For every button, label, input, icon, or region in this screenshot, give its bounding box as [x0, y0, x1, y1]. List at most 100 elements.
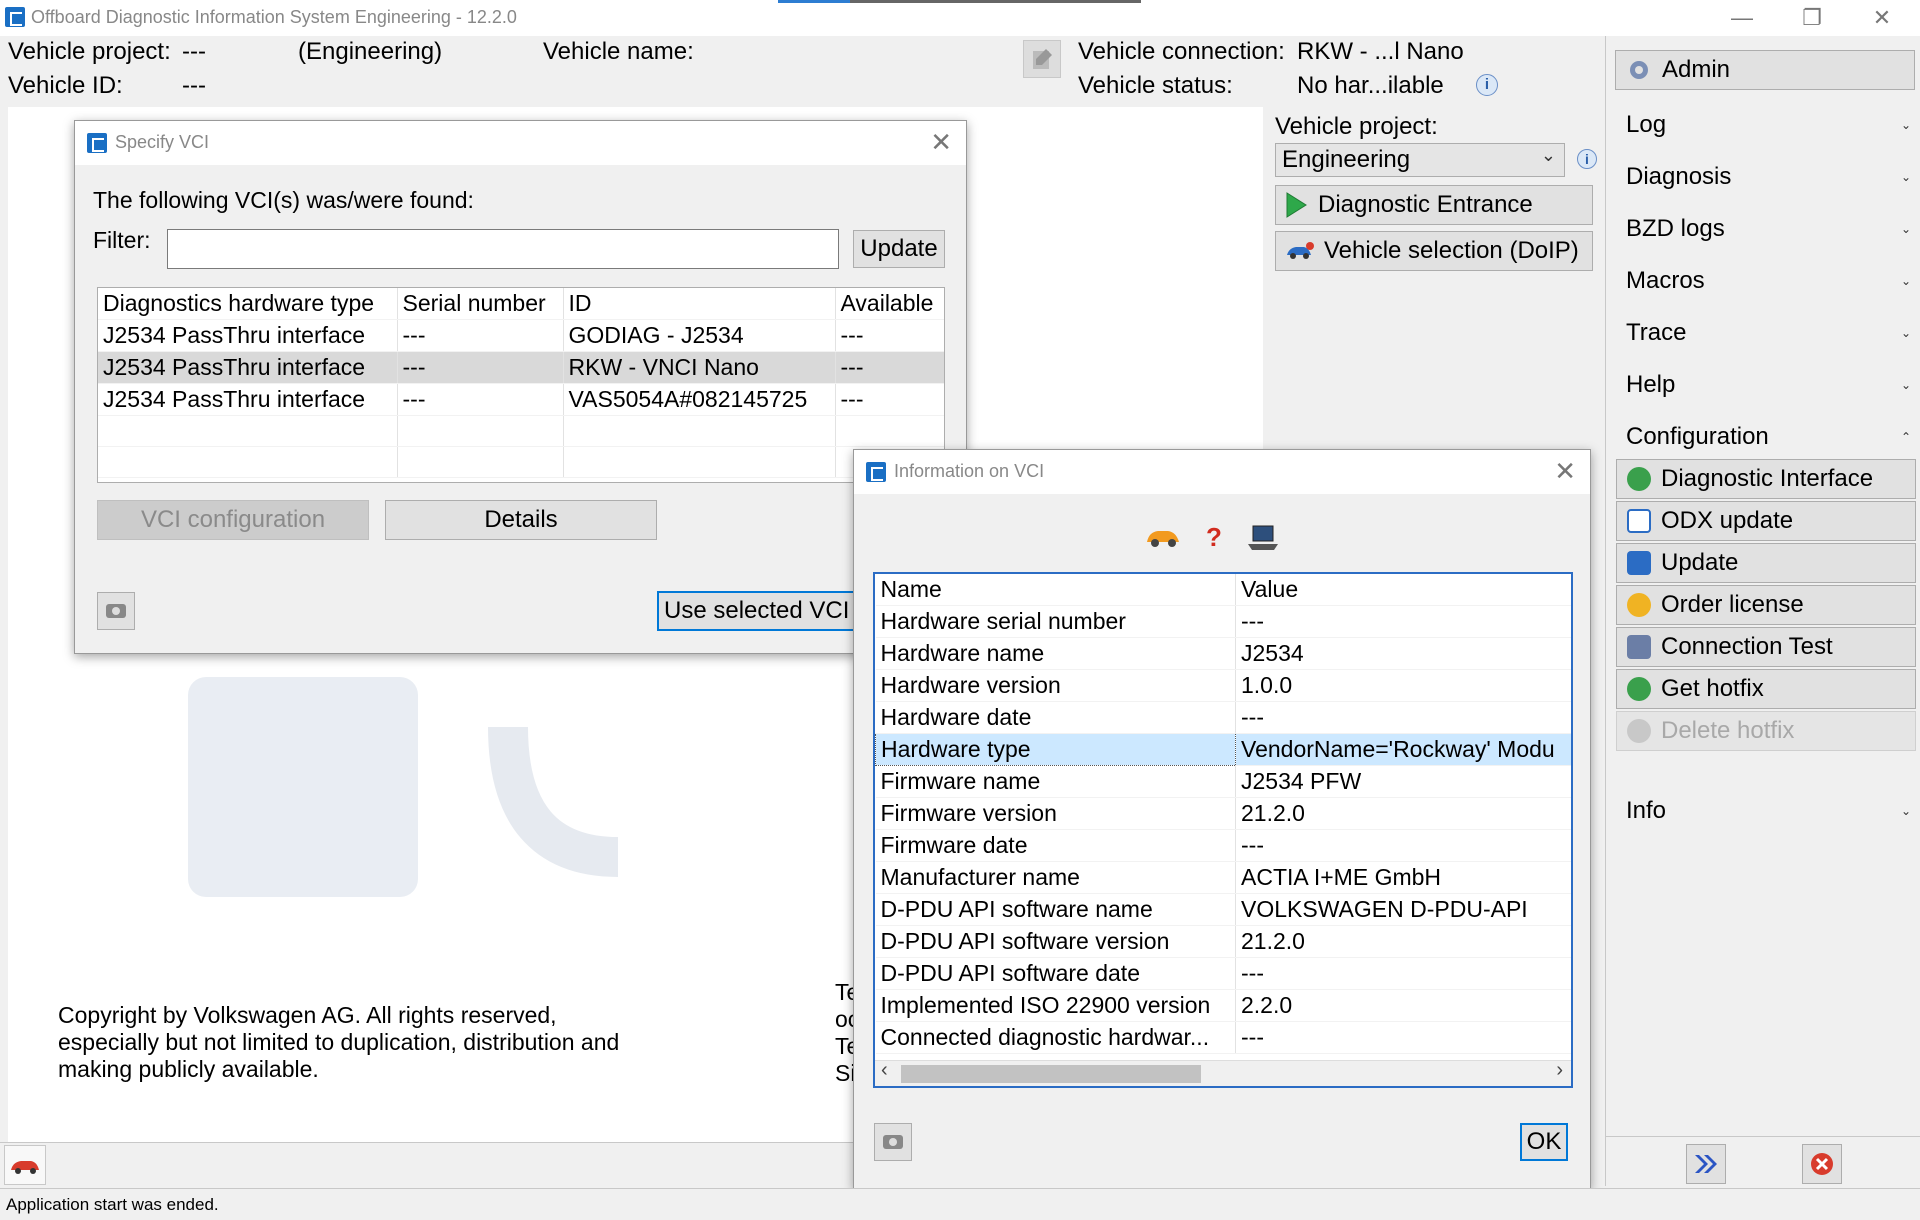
vehicle-project-value: --- [182, 38, 206, 65]
use-selected-vci-button[interactable]: Use selected VCI [657, 591, 857, 631]
exit-button[interactable] [1802, 1144, 1842, 1184]
filter-label: Filter: [93, 227, 151, 253]
table-row-selected[interactable]: J2534 PassThru interface --- RKW - VNCI … [98, 351, 944, 384]
car-icon[interactable] [4, 1145, 46, 1185]
diagnostic-interface-button[interactable]: Diagnostic Interface [1616, 459, 1916, 499]
property-value: --- [1235, 605, 1571, 638]
table-cell: J2534 PassThru interface [98, 351, 398, 384]
connection-test-icon [1627, 635, 1651, 659]
admin-button[interactable]: Admin [1615, 50, 1915, 90]
chevron-down-icon: ⌄ [1900, 326, 1911, 340]
unknown-hardware-icon: ? [1206, 522, 1222, 552]
table-row-empty [98, 446, 944, 478]
status-bar: Application start was ended. [0, 1188, 1920, 1220]
table-cell: J2534 PassThru interface [98, 383, 398, 416]
property-value: --- [1235, 1021, 1571, 1054]
vehicle-selection-button[interactable]: Vehicle selection (DoIP) [1275, 231, 1593, 271]
column-header[interactable]: Serial number [397, 288, 564, 320]
vci-found-text: The following VCI(s) was/were found: [93, 187, 474, 213]
column-header[interactable]: Available [835, 288, 944, 320]
vehicle-project-selected: Engineering [1282, 146, 1411, 173]
scroll-right-icon[interactable]: › [1556, 1059, 1563, 1082]
forward-button[interactable] [1686, 1144, 1726, 1184]
specify-vci-title: Specify VCI [115, 132, 210, 152]
close-icon[interactable]: ✕ [1554, 456, 1576, 487]
property-value: 1.0.0 [1235, 669, 1571, 702]
update-button[interactable]: Update [1616, 543, 1916, 583]
table-row[interactable]: D-PDU API software date --- [875, 957, 1571, 990]
property-name: Firmware date [875, 829, 1236, 862]
scroll-left-icon[interactable]: ‹ [881, 1059, 888, 1082]
sidebar-section-macros[interactable]: Macros ⌄ [1626, 261, 1911, 301]
sidebar-divider [1606, 1136, 1920, 1137]
odx-update-icon [1627, 509, 1651, 533]
column-header[interactable]: ID [563, 288, 836, 320]
minimize-button[interactable]: — [1722, 4, 1762, 32]
table-row[interactable]: Implemented ISO 22900 version 2.2.0 [875, 989, 1571, 1022]
close-icon[interactable]: ✕ [930, 127, 952, 158]
scrollbar-thumb[interactable] [901, 1065, 1201, 1083]
column-header[interactable]: Value [1235, 574, 1571, 606]
diagnostic-entrance-button[interactable]: Diagnostic Entrance [1275, 185, 1593, 225]
get-hotfix-button[interactable]: Get hotfix [1616, 669, 1916, 709]
order-license-icon [1627, 593, 1651, 617]
table-row[interactable]: D-PDU API software name VOLKSWAGEN D-PDU-… [875, 893, 1571, 926]
sidebar-section-trace[interactable]: Trace ⌄ [1626, 313, 1911, 353]
vci-configuration-button[interactable]: VCI configuration [97, 500, 369, 540]
restore-button[interactable]: ❐ [1792, 4, 1832, 32]
filter-input[interactable] [167, 229, 839, 269]
project-info-icon[interactable]: i [1577, 149, 1597, 169]
macros-label: Macros [1626, 267, 1705, 294]
ok-button[interactable]: OK [1520, 1123, 1568, 1161]
sidebar-section-configuration[interactable]: Configuration ⌃ [1626, 417, 1911, 457]
table-row[interactable]: J2534 PassThru interface --- GODIAG - J2… [98, 319, 944, 352]
table-row[interactable]: Hardware date --- [875, 701, 1571, 734]
details-button[interactable]: Details [385, 500, 657, 540]
table-row[interactable]: Firmware date --- [875, 829, 1571, 862]
table-row[interactable]: Manufacturer name ACTIA I+ME GmbH [875, 861, 1571, 894]
order-license-button[interactable]: Order license [1616, 585, 1916, 625]
edit-vehicle-icon[interactable] [1023, 40, 1061, 78]
table-row[interactable]: Firmware version 21.2.0 [875, 797, 1571, 830]
sidebar-section-diagnosis[interactable]: Diagnosis ⌄ [1626, 157, 1911, 197]
table-row-selected[interactable]: Hardware type VendorName='Rockway' Modu [875, 733, 1571, 766]
table-row[interactable]: J2534 PassThru interface --- VAS5054A#08… [98, 383, 944, 416]
connection-test-button[interactable]: Connection Test [1616, 627, 1916, 667]
table-row[interactable]: Firmware name J2534 PFW [875, 765, 1571, 798]
vehicle-id-label: Vehicle ID: [8, 72, 123, 99]
chevron-down-icon: ⌄ [1900, 804, 1911, 818]
column-header[interactable]: Name [875, 574, 1236, 606]
table-row[interactable]: D-PDU API software version 21.2.0 [875, 925, 1571, 958]
vehicle-project-mode: (Engineering) [298, 38, 443, 65]
trace-label: Trace [1626, 319, 1687, 346]
table-cell: GODIAG - J2534 [563, 319, 836, 352]
column-header[interactable]: Diagnostics hardware type [98, 288, 398, 320]
table-row[interactable]: Connected diagnostic hardwar... --- [875, 1021, 1571, 1054]
screenshot-camera-icon[interactable] [97, 592, 135, 630]
table-row[interactable]: Hardware serial number --- [875, 605, 1571, 638]
delete-hotfix-button[interactable]: Delete hotfix [1616, 711, 1916, 751]
property-name: D-PDU API software version [875, 925, 1236, 958]
odx-update-button[interactable]: ODX update [1616, 501, 1916, 541]
property-value: J2534 PFW [1235, 765, 1571, 798]
sidebar-section-info[interactable]: Info ⌄ [1626, 791, 1911, 831]
vehicle-project-select[interactable]: Engineering ⌄ [1275, 143, 1565, 177]
property-value: --- [1235, 957, 1571, 990]
table-row-empty [98, 415, 944, 447]
sidebar-section-help[interactable]: Help ⌄ [1626, 365, 1911, 405]
sidebar: Admin Log ⌄ Diagnosis ⌄ BZD logs ⌄ Macros ⌄ … [1605, 36, 1920, 1186]
vci-table: Diagnostics hardware type Serial number … [97, 287, 945, 483]
table-row[interactable]: Hardware version 1.0.0 [875, 669, 1571, 702]
close-button[interactable]: ✕ [1862, 4, 1902, 32]
table-row[interactable]: Hardware name J2534 [875, 637, 1571, 670]
sidebar-section-bzd-logs[interactable]: BZD logs ⌄ [1626, 209, 1911, 249]
sidebar-section-log[interactable]: Log ⌄ [1626, 105, 1911, 145]
property-name: D-PDU API software date [875, 957, 1236, 990]
update-vci-button[interactable]: Update [853, 230, 945, 268]
table-cell: --- [397, 351, 564, 384]
diagnostic-entrance-label: Diagnostic Entrance [1318, 191, 1533, 218]
chevron-down-icon: ⌄ [1900, 118, 1911, 132]
vehicle-status-info-icon[interactable]: i [1476, 74, 1498, 96]
horizontal-scrollbar[interactable]: ‹ › [875, 1059, 1571, 1086]
screenshot-camera-icon[interactable] [874, 1123, 912, 1161]
